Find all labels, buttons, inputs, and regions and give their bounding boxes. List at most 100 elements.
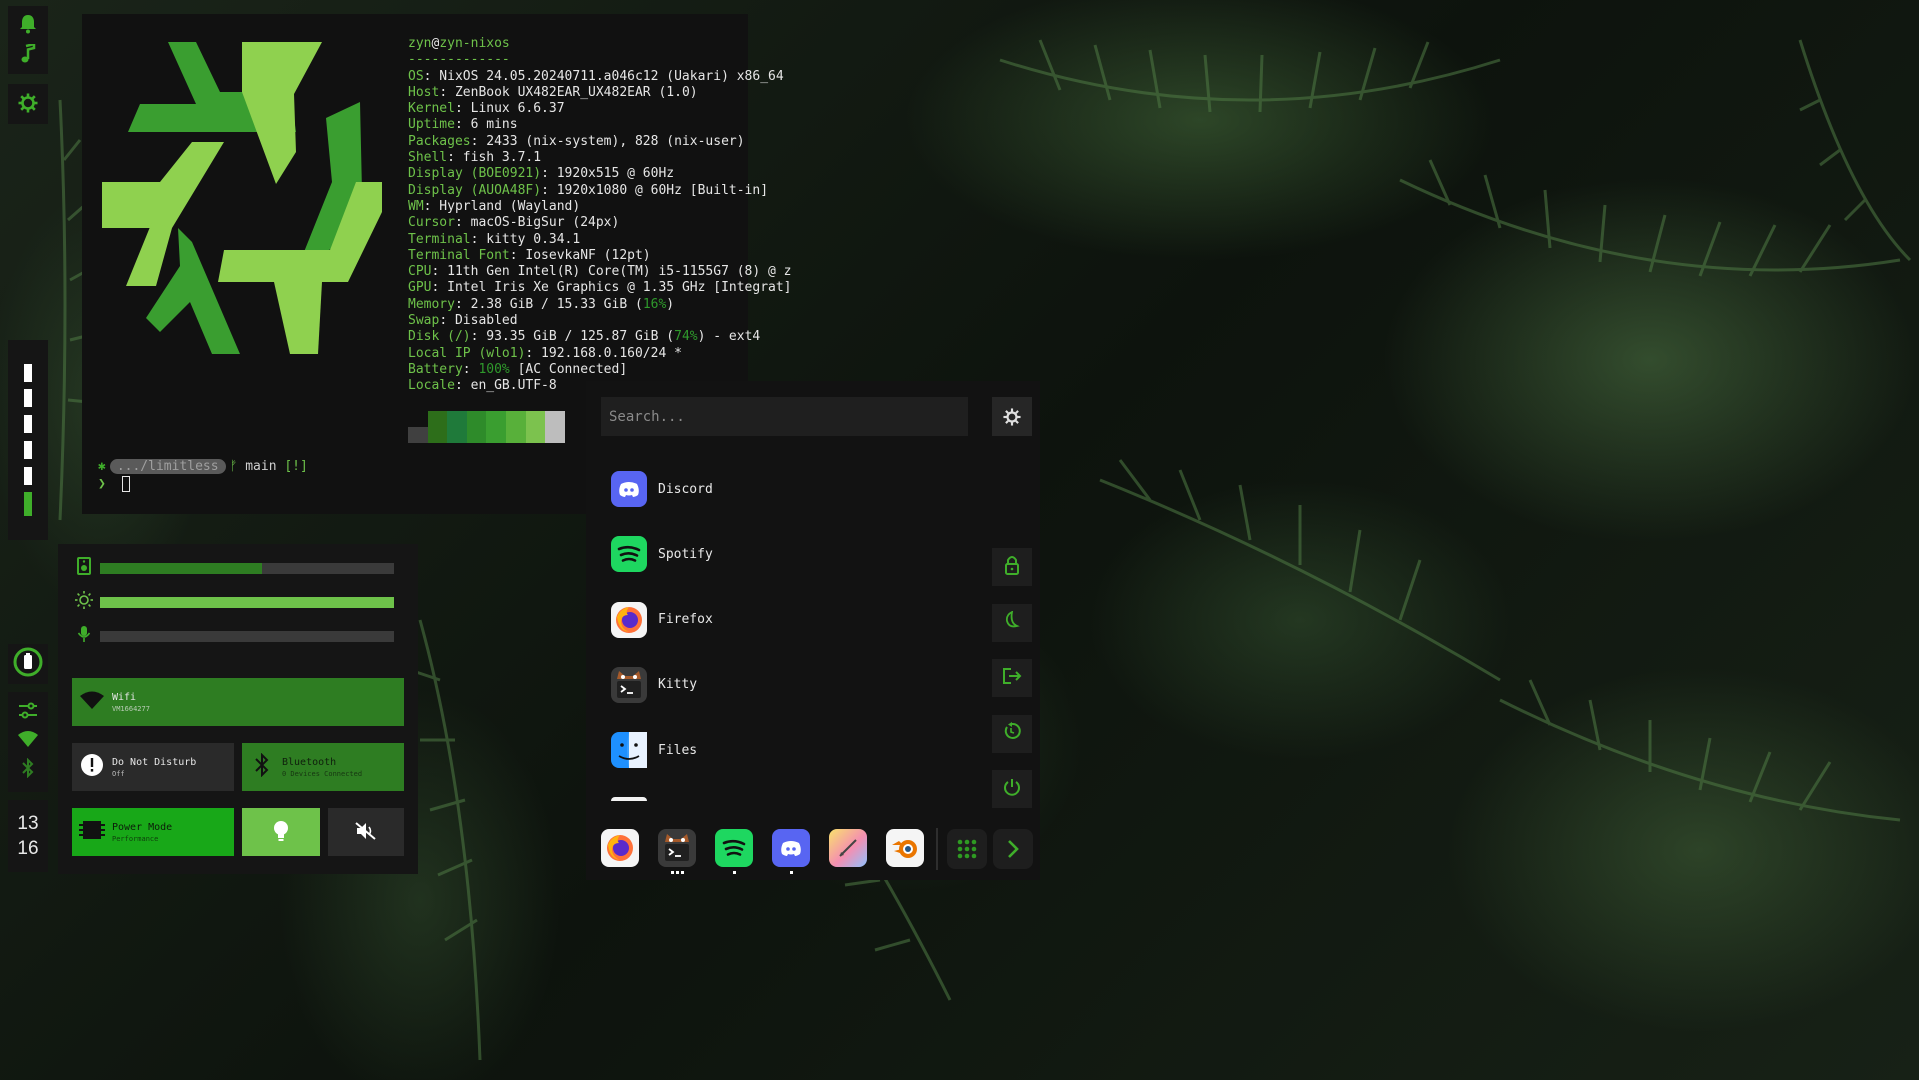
app-name: Firefox [658, 612, 713, 628]
moon-button[interactable] [992, 603, 1032, 642]
palette-swatch [545, 411, 565, 443]
fetch-value: : fish 3.7.1 [447, 150, 542, 166]
app-name: Kitty [658, 677, 698, 693]
brightness-slider[interactable] [100, 596, 394, 608]
fetch-key: Packages [408, 133, 471, 149]
app-item-files[interactable]: Files [611, 732, 697, 769]
palette-swatch [525, 411, 546, 443]
fetch-key: Shell [408, 150, 448, 166]
dock-gradient-app[interactable] [829, 829, 867, 867]
night-light-tile[interactable] [242, 808, 320, 856]
fetch-key: CPU [408, 264, 432, 280]
app-name: Discord [658, 481, 713, 497]
bluetooth-icon[interactable] [21, 757, 35, 782]
fetch-line-disk: Disk (/): 93.35 GiB / 125.87 GiB (74%) -… [408, 329, 761, 345]
fetch-value: : Intel Iris Xe Graphics @ 1.35 GHz [Int… [431, 280, 792, 296]
workspace-6[interactable] [24, 492, 32, 517]
fetch-key: Terminal Font [408, 247, 510, 263]
logout-icon [1002, 667, 1022, 690]
workspace-5[interactable] [24, 466, 32, 485]
workspace-4[interactable] [24, 440, 32, 459]
fetch-key: Display (BOE0921) [408, 166, 542, 182]
palette-swatch [447, 411, 467, 443]
app-item-discord[interactable]: Discord [611, 471, 713, 507]
gear-icon [1003, 407, 1021, 426]
dock-discord[interactable] [772, 829, 810, 867]
dock-blender[interactable] [886, 829, 924, 867]
fetch-line: WM: Hyprland (Wayland) [408, 199, 580, 214]
volume-slider[interactable] [100, 562, 394, 574]
finder-icon [611, 732, 647, 769]
dock-kitty[interactable] [658, 829, 696, 867]
fetch-key: Host [408, 84, 440, 100]
clock-hour: 13 [17, 813, 39, 834]
workspace-2[interactable] [24, 389, 32, 408]
fetch-line-swap: Swap: Disabled [408, 313, 518, 329]
restart-button[interactable] [992, 714, 1032, 753]
sidebar-battery-group [8, 644, 48, 684]
search-input[interactable]: Search... [601, 397, 968, 436]
lock-button[interactable] [992, 548, 1032, 586]
dock-next-button[interactable] [993, 829, 1033, 869]
dnd-subtitle: Off [112, 769, 125, 778]
mute-tile[interactable] [328, 808, 404, 856]
fetch-key: Kernel [408, 101, 455, 117]
power-mode-tile[interactable]: Power Mode Performance [72, 808, 234, 856]
running-indicator [789, 871, 793, 874]
fetch-value: : IosevkaNF (12pt) [509, 247, 651, 263]
dnd-title: Do Not Disturb [112, 756, 197, 768]
launcher-settings-button[interactable] [992, 397, 1032, 436]
fetch-line: Cursor: macOS-BigSur (24px) [408, 215, 619, 230]
dock-spotify[interactable] [715, 829, 753, 867]
logout-button[interactable] [992, 659, 1032, 697]
fetch-value: : Linux 6.6.37 [454, 101, 565, 117]
restart-icon [1003, 722, 1021, 745]
volume-slider-fill [100, 562, 262, 574]
app-item-firefox[interactable]: Firefox [611, 601, 713, 638]
fetch-value: : kitty 0.34.1 [470, 231, 581, 247]
music-note-icon[interactable] [20, 41, 36, 67]
app-item-kitty[interactable]: Kitty [611, 666, 698, 703]
fetch-key: WM [408, 198, 424, 214]
power-mode-subtitle: Performance [112, 834, 159, 843]
battery-icon[interactable] [13, 647, 43, 681]
gear-icon[interactable] [18, 93, 38, 116]
fetch-title: zyn@zyn-nixos [408, 36, 510, 51]
fetch-value: : 1920x1080 @ 60Hz [Built-in] [541, 182, 769, 198]
volume-slider-row [72, 557, 402, 578]
sidebar-clock: 13 16 [8, 800, 48, 872]
dock-firefox[interactable] [601, 829, 639, 867]
fetch-key: GPU [408, 280, 432, 296]
mic-slider[interactable] [100, 630, 394, 642]
fetch-key: Cursor [408, 215, 455, 231]
wifi-title: Wifi [112, 691, 137, 703]
fetch-line-localip: Local IP (wlo1): 192.168.0.160/24 * [408, 345, 682, 361]
power-mode-title: Power Mode [112, 821, 173, 833]
app-grid-button[interactable] [947, 829, 987, 869]
fetch-key: Uptime [408, 117, 455, 133]
workspace-3[interactable] [24, 415, 32, 434]
bell-icon[interactable] [19, 14, 37, 37]
fetch-line: Display (BOE0921): 1920x515 @ 60Hz [408, 166, 674, 181]
app-item-spotify[interactable]: Spotify [611, 536, 713, 573]
fetch-line: Terminal Font: IosevkaNF (12pt) [408, 248, 651, 263]
moon-icon [1003, 610, 1021, 634]
grid-icon [957, 839, 977, 859]
bluetooth-tile[interactable]: Bluetooth 0 Devices Connected [242, 743, 404, 791]
sliders-icon[interactable] [18, 702, 38, 724]
workspace-1[interactable] [24, 363, 32, 382]
fetch-line: Packages: 2433 (nix-system), 828 (nix-us… [408, 134, 745, 149]
git-status: [!] [284, 459, 308, 474]
sidebar-notifications-group [8, 6, 48, 74]
fetch-key: OS [408, 68, 424, 84]
prompt-arrow: ❯ [98, 476, 106, 492]
dock-separator [936, 828, 938, 870]
power-button[interactable] [992, 770, 1032, 808]
do-not-disturb-tile[interactable]: Do Not Disturb Off [72, 743, 234, 791]
color-palette [408, 411, 565, 443]
wifi-icon[interactable] [18, 730, 38, 751]
shell-prompt[interactable]: ✱ .../limitless ᚠ main [!] ❯ [98, 459, 308, 492]
chevron-right-icon [1008, 840, 1019, 858]
speaker-muted-icon [355, 821, 377, 843]
wifi-tile[interactable]: Wifi VM1664277 [72, 678, 404, 726]
